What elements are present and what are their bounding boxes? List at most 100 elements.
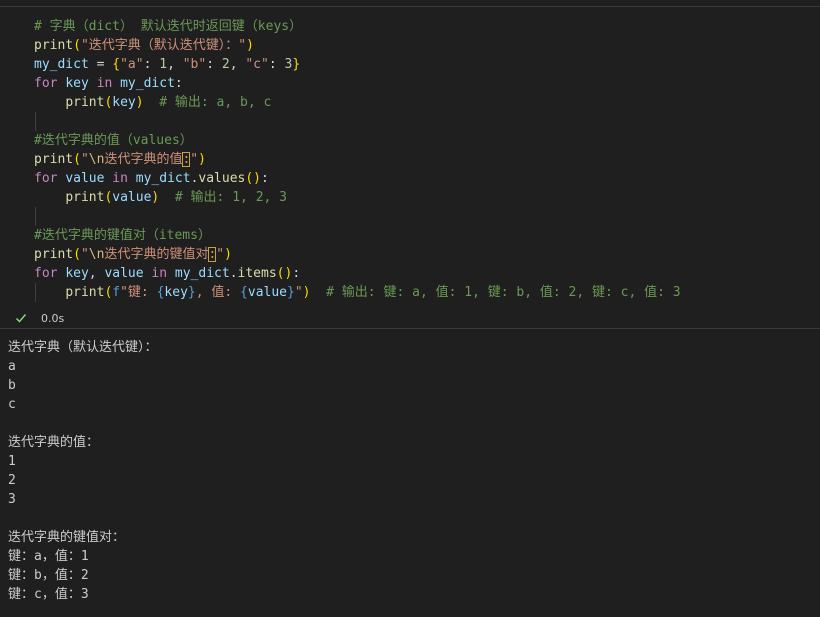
code-token: "b" [182,57,207,72]
code-line: print("\n迭代字典的键值对:") [34,245,681,264]
code-line: print(f"键: {key}, 值: {value}") # 输出: 键: … [34,283,681,302]
code-token: , [88,266,105,281]
code-token: " [216,247,225,262]
code-token: f [112,285,121,300]
code-line: print("迭代字典（默认迭代键）：") [34,36,681,55]
code-token: "c" [245,57,269,72]
code-token: key [65,76,89,91]
code-token: # 输出: 键: a, 值: 1, 键: b, 值: 2, 键: c, 值: 3 [326,285,681,300]
code-token: : [143,57,160,72]
code-token: ) [246,38,254,53]
code-token: } [187,285,196,300]
code-token: ( [73,152,81,167]
code-token: "a" [120,57,144,72]
output-line: 键：c，值：3 [8,587,89,602]
code-token: print [65,285,105,300]
code-token: , [229,57,246,72]
code-cell[interactable]: # 字典（dict） 默认迭代时返回键（keys） print("迭代字典（默认迭… [0,7,820,309]
output-line: 迭代字典（默认迭代键）： [8,340,158,355]
code-token: # 输出: 1, 2, 3 [174,190,287,205]
code-token: my_dict [34,57,89,72]
code-token: my_dict [120,76,175,91]
code-editor[interactable]: # 字典（dict） 默认迭代时返回键（keys） print("迭代字典（默认迭… [34,17,681,302]
output-line: c [8,397,16,412]
code-line: #迭代字典的值（values） [34,131,681,150]
code-line: my_dict = {"a": 1, "b": 2, "c": 3} [34,55,681,74]
code-token: in [96,76,113,91]
code-token: ) [224,247,232,262]
code-token: ( [73,247,81,262]
code-line: print(key) # 输出: a, b, c [34,93,681,112]
code-token: " [294,285,303,300]
code-token: 迭代字典的键值对 [104,247,209,262]
code-token: value [104,266,144,281]
code-token: items [237,266,277,281]
cell-status-bar: 0.0s [0,309,820,329]
code-token: print [34,152,74,167]
output-line: a [8,359,16,374]
output-line: 迭代字典的键值对： [8,530,126,545]
output-line: 迭代字典的值： [8,435,100,450]
code-token: "键: [120,285,157,300]
code-token: for [34,171,58,186]
code-token: for [34,266,58,281]
code-token: { [240,285,248,300]
code-token: : [174,76,183,91]
code-token: } [287,285,295,300]
output-line: b [8,378,16,393]
code-token: 迭代字典的值 [104,152,183,167]
code-token: ) [302,285,311,300]
code-token: ( [73,38,81,53]
cell-top-border [0,0,820,7]
code-token: key [164,285,188,300]
code-token: for [34,76,58,91]
code-token: "迭代字典（默认迭代键）：" [80,38,247,53]
code-token: " [80,152,89,167]
code-token: { [112,57,121,72]
code-token: () [276,266,293,281]
code-token: " [80,247,89,262]
code-token: key [112,95,136,110]
code-token: \n [88,152,105,167]
execution-time: 0.0s [41,312,65,325]
code-token: #迭代字典的值（values） [34,133,193,148]
check-icon [15,314,27,323]
output-line: 键：b，值：2 [8,568,89,583]
output-line: 2 [8,473,16,488]
code-token: \n [88,247,105,262]
code-token: print [34,38,74,53]
code-token: print [65,190,105,205]
code-line: for key, value in my_dict.items(): [34,264,681,283]
code-line: for value in my_dict.values(): [34,169,681,188]
code-token: # 字典（dict） 默认迭代时返回键（keys） [34,19,303,34]
code-token: my_dict [135,171,191,186]
code-token: key [65,266,89,281]
code-line: print("\n迭代字典的值:") [34,150,681,169]
code-token: in [151,266,168,281]
code-token: # 输出: a, b, c [159,95,272,110]
code-line: print(value) # 输出: 1, 2, 3 [34,188,681,207]
code-token: = [88,57,113,72]
code-token: ) [135,95,144,110]
code-token: : [261,171,269,186]
code-token: : [268,57,285,72]
code-token: : [206,57,222,72]
code-token: value [112,190,152,205]
output-line: 1 [8,454,16,469]
code-token: #迭代字典的键值对（items） [34,228,211,243]
code-token: print [34,247,74,262]
code-token: () [245,171,262,186]
code-token: : [292,266,301,281]
code-token: . [229,266,238,281]
code-token: in [112,171,128,186]
code-token: , 值: [195,285,241,300]
